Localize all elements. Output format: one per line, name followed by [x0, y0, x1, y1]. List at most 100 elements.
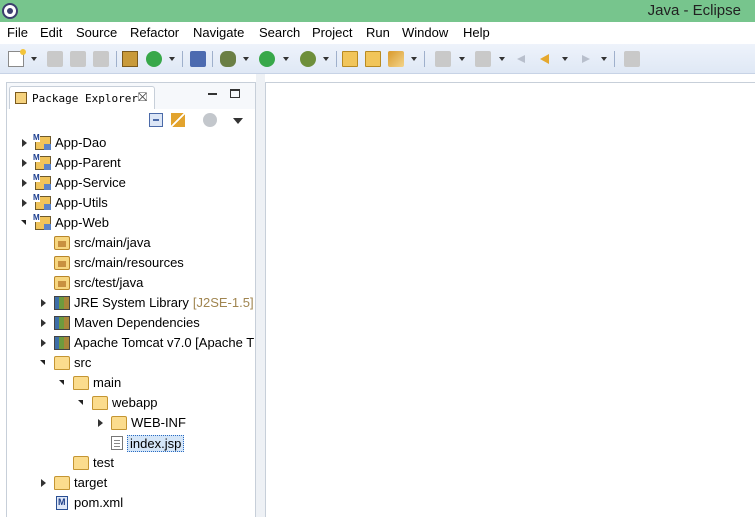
tree-item-app-dao[interactable]: App-Dao: [7, 133, 255, 153]
forward-dropdown-icon[interactable]: [601, 57, 607, 61]
menu-edit[interactable]: Edit: [40, 25, 62, 40]
tree-item-pom-xml[interactable]: pom.xml: [7, 493, 255, 513]
next-annotation-icon[interactable]: [435, 51, 451, 67]
next-annotation-dropdown-icon[interactable]: [459, 57, 465, 61]
refresh-icon[interactable]: [146, 51, 162, 67]
library-icon: [54, 336, 70, 350]
menu-navigate[interactable]: Navigate: [193, 25, 244, 40]
folder-icon: [73, 376, 89, 390]
expand-icon[interactable]: [41, 319, 46, 327]
tree-item-src-main-resources[interactable]: src/main/resources: [7, 253, 255, 273]
tree-item-app-utils[interactable]: App-Utils: [7, 193, 255, 213]
tree-item-webapp[interactable]: webapp: [7, 393, 255, 413]
menu-window[interactable]: Window: [402, 25, 448, 40]
tree-item-src-main-java[interactable]: src/main/java: [7, 233, 255, 253]
menu-search[interactable]: Search: [259, 25, 300, 40]
save-all-icon[interactable]: [70, 51, 86, 67]
collapse-icon[interactable]: [40, 360, 45, 365]
tree-item-index-jsp[interactable]: index.jsp: [7, 433, 255, 453]
new-java-project-icon[interactable]: [342, 51, 358, 67]
expand-icon[interactable]: [22, 199, 27, 207]
view-splitter[interactable]: [256, 74, 265, 517]
run-icon[interactable]: [259, 51, 275, 67]
run-dropdown-icon[interactable]: [283, 57, 289, 61]
expand-icon[interactable]: [41, 299, 46, 307]
previous-annotation-dropdown-icon[interactable]: [499, 57, 505, 61]
tree-item-label: src/main/java: [74, 235, 151, 250]
minimize-icon[interactable]: [208, 93, 217, 95]
tree-item-main[interactable]: main: [7, 373, 255, 393]
edit-dropdown-icon[interactable]: [411, 57, 417, 61]
collapse-icon[interactable]: [78, 400, 83, 405]
window-title: Java - Eclipse: [647, 2, 741, 19]
external-tools-icon[interactable]: [300, 51, 316, 67]
maven-project-icon: [33, 154, 51, 170]
library-icon: [54, 296, 70, 310]
collapse-icon[interactable]: [21, 220, 26, 225]
tree-item-app-web[interactable]: App-Web: [7, 213, 255, 233]
expand-icon[interactable]: [22, 139, 27, 147]
expand-icon[interactable]: [41, 479, 46, 487]
tree-item-src-test-java[interactable]: src/test/java: [7, 273, 255, 293]
expand-icon[interactable]: [41, 339, 46, 347]
menu-refactor[interactable]: Refactor: [130, 25, 179, 40]
skip-breakpoints-icon[interactable]: [190, 51, 206, 67]
last-edit-location-icon[interactable]: [514, 51, 530, 67]
focus-on-task-icon[interactable]: [203, 113, 217, 127]
view-menu-icon[interactable]: [233, 118, 243, 124]
tree-item-label: test: [93, 455, 114, 470]
print-icon[interactable]: [93, 51, 109, 67]
menu-project[interactable]: Project: [312, 25, 352, 40]
tree-item-src[interactable]: src: [7, 353, 255, 373]
expand-icon[interactable]: [22, 179, 27, 187]
tree-item-label: src: [74, 355, 92, 370]
tree-item-target[interactable]: target: [7, 473, 255, 493]
menu-source[interactable]: Source: [76, 25, 117, 40]
expand-icon[interactable]: [98, 419, 103, 427]
edit-icon[interactable]: [388, 51, 404, 67]
tree-item-test[interactable]: test: [7, 453, 255, 473]
open-folder-icon[interactable]: [365, 51, 381, 67]
folder-icon: [54, 476, 70, 490]
expand-icon[interactable]: [22, 159, 27, 167]
eclipse-app-icon[interactable]: [2, 3, 18, 19]
tree-item-web-inf[interactable]: WEB-INF: [7, 413, 255, 433]
debug-dropdown-icon[interactable]: [243, 57, 249, 61]
source-folder-icon: [54, 256, 70, 270]
menu-help[interactable]: Help: [463, 25, 490, 40]
tree-item-jre-system-library[interactable]: JRE System Library [J2SE-1.5]: [7, 293, 255, 313]
view-tab-row: Package Explorer ⛝: [7, 83, 255, 110]
tree-item-apache-tomcat[interactable]: Apache Tomcat v7.0 [Apache T: [7, 333, 255, 353]
tab-package-explorer[interactable]: Package Explorer ⛝: [9, 86, 155, 110]
debug-icon[interactable]: [220, 51, 236, 67]
menu-file[interactable]: File: [7, 25, 28, 40]
toolbar-separator: [424, 51, 425, 67]
refresh-dropdown-icon[interactable]: [169, 57, 175, 61]
forward-icon[interactable]: [577, 51, 593, 67]
back-dropdown-icon[interactable]: [562, 57, 568, 61]
link-with-editor-icon[interactable]: [171, 113, 185, 127]
external-tools-dropdown-icon[interactable]: [323, 57, 329, 61]
menu-run[interactable]: Run: [366, 25, 390, 40]
editor-area[interactable]: [265, 82, 755, 517]
tree-item-app-service[interactable]: App-Service: [7, 173, 255, 193]
tree-item-label: App-Utils: [55, 195, 108, 210]
folder-icon: [54, 356, 70, 370]
tree-item-label: src/main/resources: [74, 255, 184, 270]
open-type-icon[interactable]: [122, 51, 138, 67]
collapse-all-icon[interactable]: [149, 113, 163, 127]
previous-annotation-icon[interactable]: [475, 51, 491, 67]
tree-item-app-parent[interactable]: App-Parent: [7, 153, 255, 173]
save-icon[interactable]: [47, 51, 63, 67]
pom-file-icon: [56, 496, 68, 510]
maximize-icon[interactable]: [230, 89, 240, 98]
close-icon[interactable]: ⛝: [138, 90, 147, 105]
pin-editor-icon[interactable]: [624, 51, 640, 67]
tree-item-maven-dependencies[interactable]: Maven Dependencies: [7, 313, 255, 333]
back-icon[interactable]: [537, 51, 553, 67]
new-icon[interactable]: [8, 49, 26, 67]
collapse-icon[interactable]: [59, 380, 64, 385]
library-version-decoration: [J2SE-1.5]: [192, 295, 254, 310]
folder-icon: [111, 416, 127, 430]
new-dropdown-icon[interactable]: [31, 57, 37, 61]
